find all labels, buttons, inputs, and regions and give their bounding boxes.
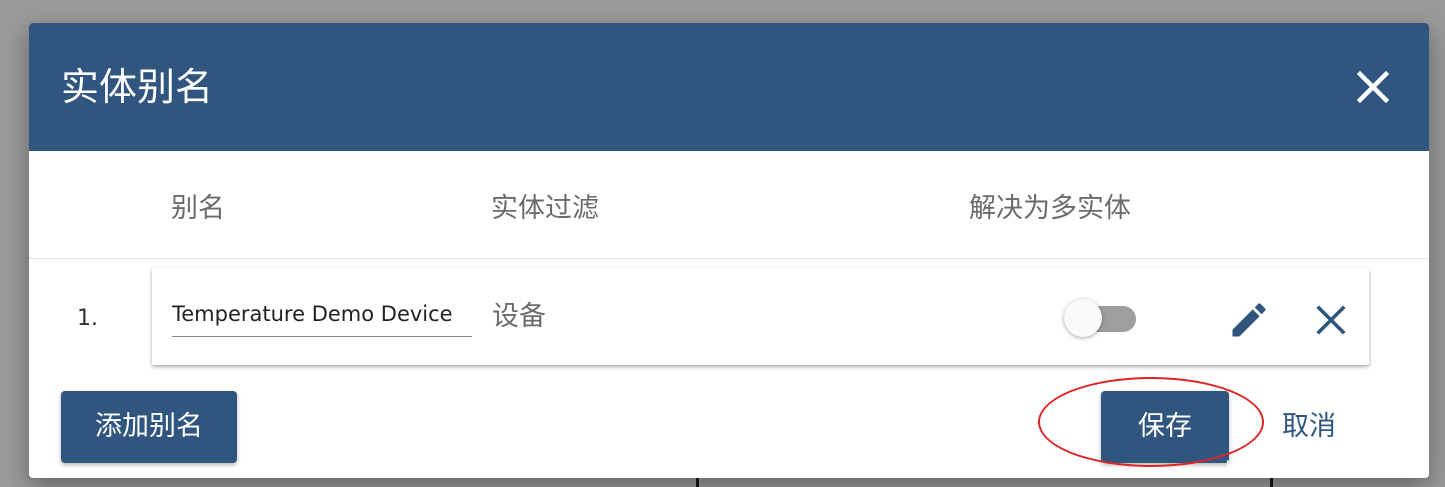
pencil-icon xyxy=(1232,303,1266,337)
alias-name-input[interactable] xyxy=(172,298,472,330)
close-icon xyxy=(1356,70,1390,104)
edit-alias-button[interactable] xyxy=(1227,298,1271,342)
dialog-title: 实体别名 xyxy=(61,65,214,109)
delete-alias-button[interactable] xyxy=(1310,299,1352,341)
background-tick-mark xyxy=(696,478,699,487)
resolve-multiple-toggle[interactable] xyxy=(1064,298,1138,338)
header-divider xyxy=(29,258,1429,259)
add-alias-button[interactable]: 添加别名 xyxy=(61,391,237,463)
watermark-text: https://blog.csdn.net/Wondser xyxy=(1226,458,1425,475)
column-header-alias: 别名 xyxy=(171,193,225,224)
dialog-header: 实体别名 xyxy=(29,23,1429,151)
cancel-button[interactable]: 取消 xyxy=(1265,391,1353,463)
toggle-thumb xyxy=(1064,299,1102,337)
alias-row-index: 1. xyxy=(77,306,98,331)
column-header-resolve-multiple: 解决为多实体 xyxy=(969,193,1131,224)
alias-name-field xyxy=(172,294,472,337)
close-icon xyxy=(1316,305,1346,335)
column-header-entity-filter: 实体过滤 xyxy=(491,193,599,224)
entity-filter-value: 设备 xyxy=(492,301,546,332)
entity-aliases-dialog: 实体别名 别名 实体过滤 解决为多实体 1. 设备 添加别名 xyxy=(29,23,1429,478)
background-tick-mark xyxy=(1270,478,1273,487)
close-dialog-button[interactable] xyxy=(1351,65,1395,109)
save-button[interactable]: 保存 xyxy=(1101,391,1229,463)
alias-row: 设备 xyxy=(152,268,1369,365)
